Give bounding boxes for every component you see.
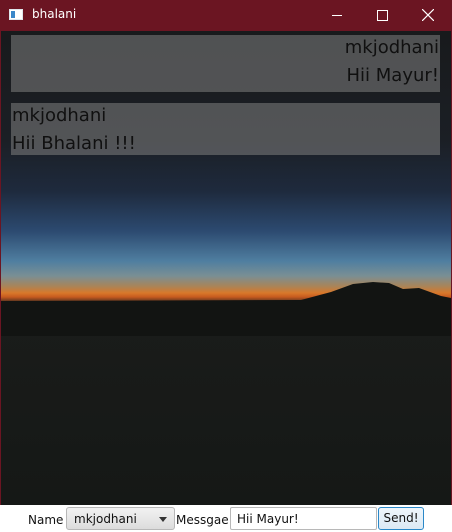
message-sender: mkjodhani xyxy=(344,37,439,58)
app-window-icon xyxy=(9,9,23,20)
message-text: Hii Mayur! xyxy=(346,65,440,86)
message-bubble-incoming: mkjodhani Hii Bhalani !!! xyxy=(11,103,440,155)
name-dropdown-value: mkjodhani xyxy=(74,512,137,526)
send-button[interactable]: Send! xyxy=(378,507,424,530)
name-dropdown[interactable]: mkjodhani xyxy=(66,507,175,530)
chevron-down-icon xyxy=(159,517,167,522)
message-label: Messgae : xyxy=(176,513,237,527)
window-title: bhalani xyxy=(32,7,77,21)
chat-area: mkjodhani Hii Mayur! mkjodhani Hii Bhala… xyxy=(1,31,451,505)
message-sender: mkjodhani xyxy=(12,105,107,126)
message-input[interactable] xyxy=(230,507,377,530)
input-bar: Name : mkjodhani Messgae : Send! xyxy=(0,505,452,532)
close-icon[interactable] xyxy=(406,0,452,31)
mountain-silhouette xyxy=(1,282,451,336)
minimize-icon[interactable] xyxy=(314,0,360,31)
name-label: Name : xyxy=(28,513,72,527)
message-bubble-outgoing: mkjodhani Hii Mayur! xyxy=(11,35,440,92)
maximize-icon[interactable] xyxy=(360,0,406,31)
message-text: Hii Bhalani !!! xyxy=(12,133,136,154)
title-bar: bhalani xyxy=(0,0,452,31)
